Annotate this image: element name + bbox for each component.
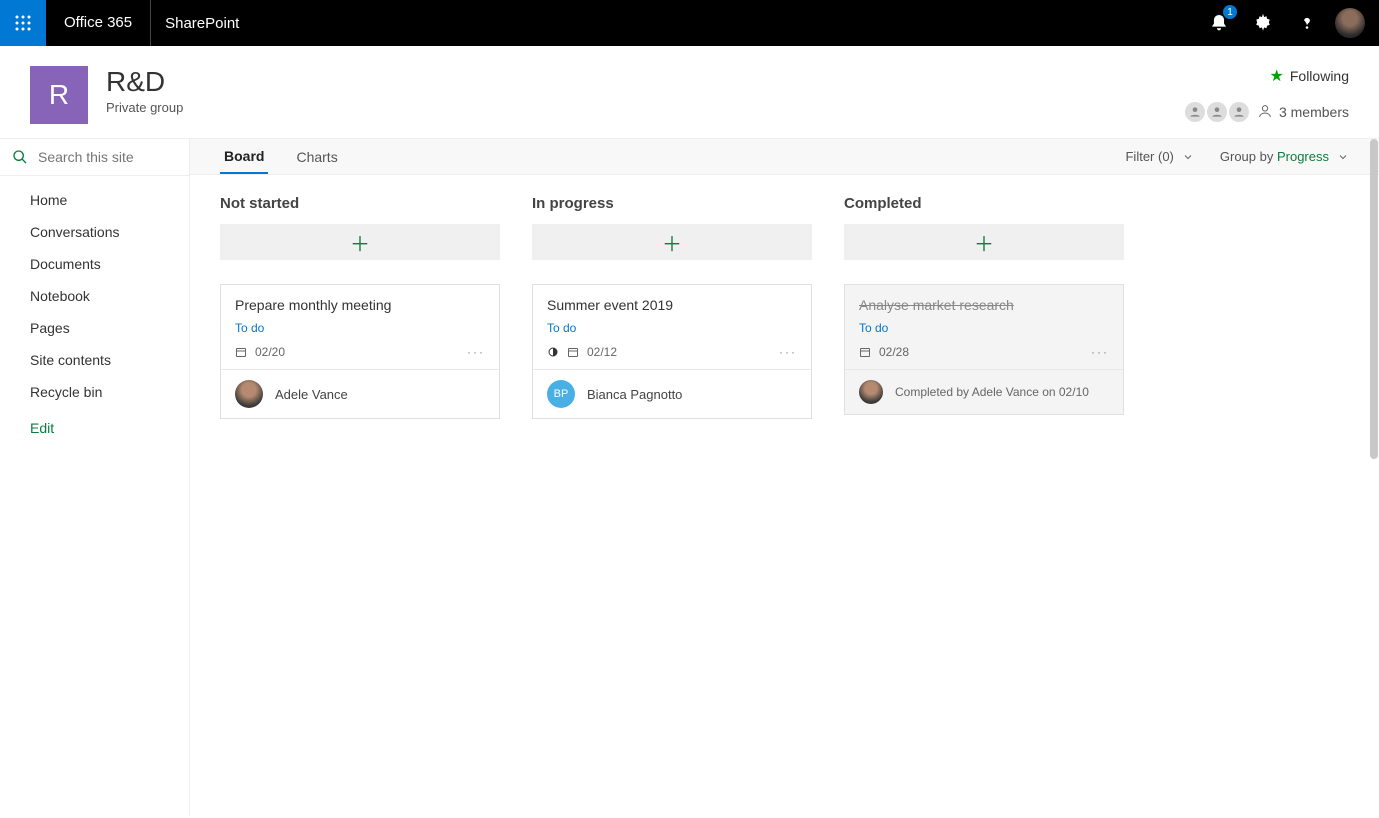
task-card[interactable]: Summer event 2019 To do 02/12 ··· BP Bia… — [532, 284, 812, 419]
tab-charts[interactable]: Charts — [292, 141, 341, 173]
left-nav: Home Conversations Documents Notebook Pa… — [0, 139, 190, 816]
tabs-bar: Board Charts Filter (0) Group by Progres… — [190, 139, 1379, 175]
card-title: Analyse market research — [859, 297, 1109, 313]
card-more-icon[interactable]: ··· — [467, 345, 485, 359]
global-nav: Office 365 SharePoint 1 — [0, 0, 1379, 46]
user-avatar[interactable] — [1335, 8, 1365, 38]
completed-by-text: Completed by Adele Vance on 02/10 — [895, 385, 1089, 399]
nav-conversations[interactable]: Conversations — [0, 216, 189, 248]
person-icon — [1257, 103, 1273, 122]
card-title: Prepare monthly meeting — [235, 297, 485, 313]
nav-notebook[interactable]: Notebook — [0, 280, 189, 312]
member-count: 3 members — [1279, 104, 1349, 120]
card-bucket-link[interactable]: To do — [859, 321, 888, 335]
task-card[interactable]: Prepare monthly meeting To do 02/20 ··· … — [220, 284, 500, 419]
plus-icon: ＋ — [662, 228, 682, 257]
following-button[interactable]: ★ Following — [1191, 66, 1349, 86]
member-avatar — [1227, 100, 1251, 124]
site-subtitle: Private group — [106, 100, 183, 115]
site-logo[interactable]: R — [30, 66, 88, 124]
filter-label: Filter (0) — [1125, 149, 1173, 164]
card-more-icon[interactable]: ··· — [1091, 345, 1109, 359]
card-date: 02/20 — [255, 345, 285, 359]
chevron-down-icon — [1337, 151, 1349, 163]
add-task-button[interactable]: ＋ — [220, 224, 500, 260]
card-bucket-link[interactable]: To do — [235, 321, 264, 335]
column-title: Completed — [844, 195, 1124, 212]
nav-home[interactable]: Home — [0, 184, 189, 216]
column-in-progress: In progress ＋ Summer event 2019 To do 02… — [532, 195, 812, 435]
settings-icon[interactable] — [1247, 7, 1279, 39]
brand-label[interactable]: Office 365 — [46, 0, 151, 46]
card-title: Summer event 2019 — [547, 297, 797, 313]
site-title[interactable]: R&D — [106, 66, 183, 98]
card-bucket-link[interactable]: To do — [547, 321, 576, 335]
plus-icon: ＋ — [974, 228, 994, 257]
card-completed-row: Completed by Adele Vance on 02/10 — [845, 369, 1123, 414]
add-task-button[interactable]: ＋ — [844, 224, 1124, 260]
search-input[interactable] — [38, 149, 168, 165]
nav-recycle-bin[interactable]: Recycle bin — [0, 376, 189, 408]
search-box[interactable] — [0, 139, 189, 176]
progress-icon — [547, 346, 559, 358]
app-name-label[interactable]: SharePoint — [151, 15, 253, 32]
column-title: Not started — [220, 195, 500, 212]
card-date: 02/28 — [879, 345, 909, 359]
assignee-name: Bianca Pagnotto — [587, 387, 682, 402]
star-icon: ★ — [1270, 66, 1284, 86]
tab-board[interactable]: Board — [220, 140, 268, 174]
app-launcher-icon[interactable] — [0, 0, 46, 46]
column-completed: Completed ＋ Analyse market research To d… — [844, 195, 1124, 435]
calendar-icon — [567, 346, 579, 358]
search-icon — [12, 149, 28, 165]
notification-badge: 1 — [1223, 5, 1237, 19]
main-content: Board Charts Filter (0) Group by Progres… — [190, 139, 1379, 816]
assignee-avatar: BP — [547, 380, 575, 408]
nav-documents[interactable]: Documents — [0, 248, 189, 280]
assignee-name: Adele Vance — [275, 387, 348, 402]
column-title: In progress — [532, 195, 812, 212]
card-assignee-row[interactable]: Adele Vance — [221, 369, 499, 418]
board: Not started ＋ Prepare monthly meeting To… — [190, 175, 1379, 455]
group-by-value: Progress — [1277, 149, 1329, 164]
nav-site-contents[interactable]: Site contents — [0, 344, 189, 376]
scrollbar-thumb[interactable] — [1370, 139, 1378, 459]
member-avatar — [1205, 100, 1229, 124]
add-task-button[interactable]: ＋ — [532, 224, 812, 260]
filter-dropdown[interactable]: Filter (0) — [1125, 149, 1193, 164]
chevron-down-icon — [1182, 151, 1194, 163]
assignee-avatar — [859, 380, 883, 404]
members-row[interactable]: 3 members — [1191, 100, 1349, 124]
card-more-icon[interactable]: ··· — [779, 345, 797, 359]
group-by-dropdown[interactable]: Group by Progress — [1220, 149, 1349, 164]
nav-pages[interactable]: Pages — [0, 312, 189, 344]
assignee-avatar — [235, 380, 263, 408]
member-avatar — [1183, 100, 1207, 124]
help-icon[interactable] — [1291, 7, 1323, 39]
group-by-prefix: Group by — [1220, 149, 1277, 164]
following-label: Following — [1290, 68, 1349, 84]
column-not-started: Not started ＋ Prepare monthly meeting To… — [220, 195, 500, 435]
task-card[interactable]: Analyse market research To do 02/28 ··· … — [844, 284, 1124, 415]
calendar-icon — [235, 346, 247, 358]
card-assignee-row[interactable]: BP Bianca Pagnotto — [533, 369, 811, 418]
notifications-icon[interactable]: 1 — [1203, 7, 1235, 39]
card-date: 02/12 — [587, 345, 617, 359]
site-header: R R&D Private group ★ Following 3 member… — [0, 46, 1379, 138]
plus-icon: ＋ — [350, 228, 370, 257]
calendar-icon — [859, 346, 871, 358]
nav-edit[interactable]: Edit — [0, 412, 189, 444]
